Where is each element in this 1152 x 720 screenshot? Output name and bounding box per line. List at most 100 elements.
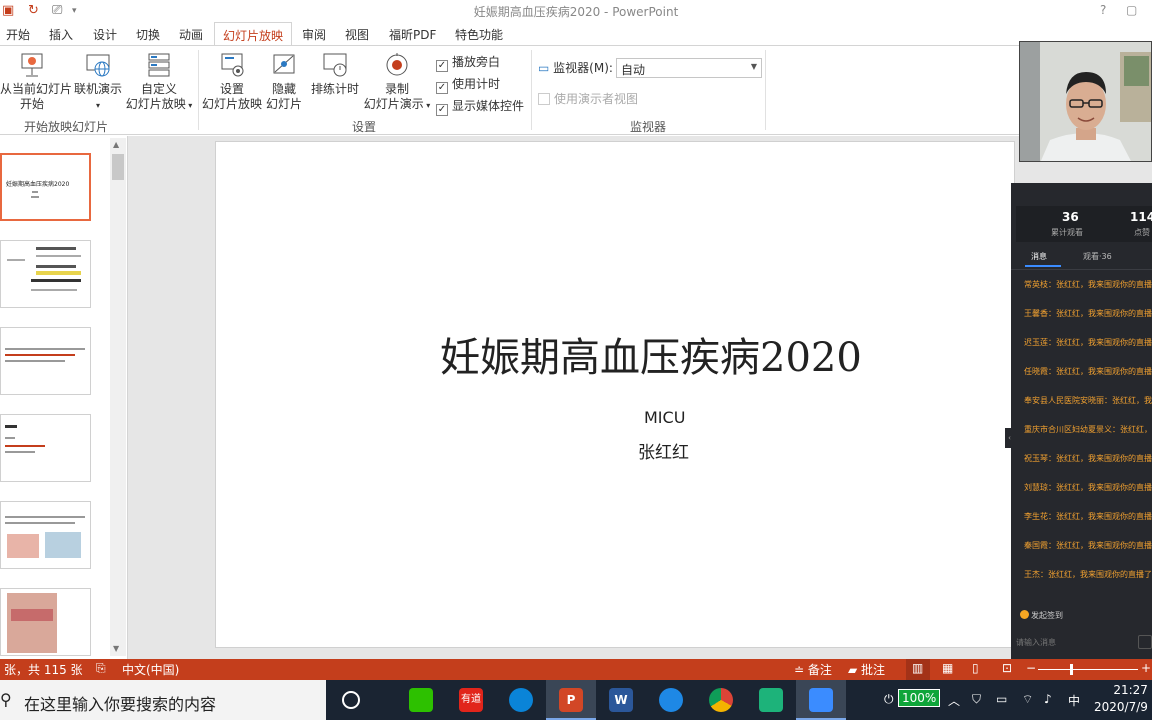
record-slideshow-button[interactable]: 录制 幻灯片演示 ▾	[362, 51, 432, 113]
slide-count: 张，共 115 张	[4, 663, 83, 677]
spellcheck-icon[interactable]: ⎘	[96, 661, 106, 676]
slide-thumbnail-5[interactable]	[0, 501, 91, 569]
reading-view-icon[interactable]: ▯	[972, 661, 979, 675]
zoom-slider-thumb[interactable]	[1070, 664, 1073, 675]
window-title: 妊娠期高血压疾病2020 - PowerPoint	[473, 5, 679, 19]
zoom-out-icon[interactable]: −	[1026, 661, 1036, 675]
youdao-icon[interactable]: 有道	[459, 688, 483, 712]
zoom-in-icon[interactable]: +	[1141, 661, 1151, 675]
slide-author[interactable]: 张红红	[638, 438, 689, 463]
slide-thumbnail-4[interactable]	[0, 414, 91, 482]
battery-indicator[interactable]: 100%	[898, 689, 941, 707]
play-narration-checkbox[interactable]: ✓ 播放旁白	[436, 53, 500, 72]
power-plug-icon[interactable]: ⏻	[884, 692, 894, 707]
checkbox-checked-icon: ✓	[436, 104, 448, 116]
from-current-slide-button[interactable]: 从当前幻灯片 开始	[0, 51, 72, 112]
xmind-icon[interactable]	[759, 688, 783, 712]
chrome-icon[interactable]	[709, 688, 733, 712]
scrollbar-thumb[interactable]	[112, 154, 124, 180]
help-icon[interactable]: ?	[1100, 3, 1106, 17]
tab-home[interactable]: 开始	[6, 26, 30, 43]
scroll-down-icon[interactable]: ▼	[113, 644, 119, 653]
slide-thumbnail-2[interactable]	[0, 240, 91, 308]
record-icon	[386, 53, 408, 76]
monitor-select-value: 自动	[621, 63, 646, 77]
show-media-controls-checkbox[interactable]: ✓ 显示媒体控件	[436, 97, 524, 116]
slide-thumbnail-3[interactable]	[0, 327, 91, 395]
slideshow-view-icon[interactable]: ⊡	[1002, 661, 1012, 675]
slide-thumbnail-6[interactable]	[0, 588, 91, 656]
volume-icon[interactable]: ♪	[1044, 692, 1052, 706]
scroll-up-icon[interactable]: ▲	[113, 140, 119, 149]
tab-insert[interactable]: 插入	[49, 26, 73, 43]
checkbox-unchecked-icon	[538, 93, 550, 105]
presenter-view-checkbox[interactable]: 使用演示者视图	[538, 90, 638, 107]
clock-date: 2020/7/9	[1094, 700, 1148, 714]
slide-title[interactable]: 妊娠期高血压疾病2020	[440, 325, 862, 383]
monitor-play-icon	[21, 53, 43, 77]
cortana-icon[interactable]	[342, 691, 360, 709]
wifi-icon[interactable]: ⌔	[1022, 692, 1033, 707]
restore-icon[interactable]: ▢	[1126, 3, 1137, 17]
wechat-icon[interactable]	[409, 688, 433, 712]
show-hidden-icons[interactable]: ︿	[948, 692, 960, 709]
chat-input[interactable]: 请输入消息	[1016, 637, 1056, 648]
language-indicator[interactable]: 中文(中国)	[122, 661, 179, 678]
tab-messages[interactable]: 消息	[1031, 251, 1047, 262]
rehearse-timings-button[interactable]: 排练计时	[308, 51, 362, 97]
notes-button[interactable]: ≐ 备注	[794, 661, 832, 678]
like-count: 114	[1130, 210, 1152, 224]
play-narration-label: 播放旁白	[452, 55, 501, 69]
taskbar-clock[interactable]: 21:27 2020/7/9	[1094, 682, 1148, 716]
slide-thumbnail-1[interactable]: 妊娠期高血压疾病2020	[0, 153, 91, 221]
tab-special[interactable]: 特色功能	[455, 26, 503, 43]
tab-foxit-pdf[interactable]: 福昕PDF	[389, 26, 436, 43]
tab-review[interactable]: 审阅	[302, 26, 326, 43]
monitor-select[interactable]: 自动 ▼	[616, 58, 762, 78]
setup-slideshow-button[interactable]: 设置 幻灯片放映	[201, 51, 263, 112]
setup-group-label: 设置	[352, 120, 377, 134]
send-button[interactable]	[1138, 635, 1152, 649]
powerpoint-icon: P	[559, 688, 583, 712]
signin-button[interactable]: 发起签到	[1020, 610, 1063, 621]
custom-slideshow-button[interactable]: 自定义 幻灯片放映 ▾	[124, 51, 194, 113]
messenger-icon[interactable]	[659, 688, 683, 712]
word-icon[interactable]: W	[609, 688, 633, 712]
tab-view[interactable]: 视图	[345, 26, 369, 43]
signin-icon	[1020, 610, 1029, 619]
hide-slide-icon	[273, 54, 295, 74]
search-icon: ⚲	[0, 690, 12, 709]
taskbar-search[interactable]: ⚲ 在这里输入你要搜索的内容	[0, 680, 326, 720]
online-present-dropdown-icon[interactable]: ▾	[96, 101, 100, 110]
presenter-view-label: 使用演示者视图	[554, 92, 639, 106]
tab-design[interactable]: 设计	[93, 26, 117, 43]
slide-sorter-icon[interactable]: ▦	[942, 661, 953, 675]
setup-slideshow-label-2: 幻灯片放映	[201, 97, 262, 111]
use-timings-checkbox[interactable]: ✓ 使用计时	[436, 75, 500, 94]
monitor-group-label: 监视器	[630, 120, 667, 134]
chat-message: 王杰：张红红，我来围观你的直播了，为你点赞！	[1024, 570, 1152, 579]
slide-subtitle[interactable]: MICU	[644, 408, 685, 427]
tab-viewers[interactable]: 观看·36	[1083, 251, 1112, 262]
comments-button[interactable]: ▰ 批注	[848, 661, 885, 678]
tab-slideshow[interactable]: 幻灯片放映	[214, 22, 293, 47]
security-icon[interactable]: ⛉	[972, 692, 981, 707]
record-slideshow-label-1: 录制	[384, 82, 409, 96]
monitor-label: ▭ 监视器(M):	[538, 61, 613, 75]
battery-icon[interactable]: ▭	[996, 692, 1007, 706]
slide-canvas[interactable]	[215, 141, 1015, 648]
hide-slide-button[interactable]: 隐藏 幻灯片	[264, 51, 304, 112]
ime-indicator[interactable]: 中	[1068, 692, 1080, 709]
live-stats: 36 累计观看 114 点赞	[1016, 206, 1152, 242]
zoom-slider[interactable]	[1038, 669, 1138, 670]
tab-animations[interactable]: 动画	[179, 26, 203, 43]
tab-transitions[interactable]: 切换	[136, 26, 160, 43]
thumbnail-scrollbar[interactable]: ▲ ▼	[110, 138, 126, 656]
browser-icon[interactable]	[509, 688, 533, 712]
active-tab-indicator	[1025, 265, 1061, 267]
online-present-button[interactable]: 联机演示 ▾	[70, 51, 126, 113]
live-app-icon	[809, 688, 833, 712]
title-bar: ▣ ↻ ⎚ ▾ 妊娠期高血压疾病2020 - PowerPoint ? ▢	[0, 0, 1152, 22]
normal-view-icon: ▥	[912, 661, 924, 675]
viewer-count-label: 累计观看	[1051, 228, 1083, 237]
